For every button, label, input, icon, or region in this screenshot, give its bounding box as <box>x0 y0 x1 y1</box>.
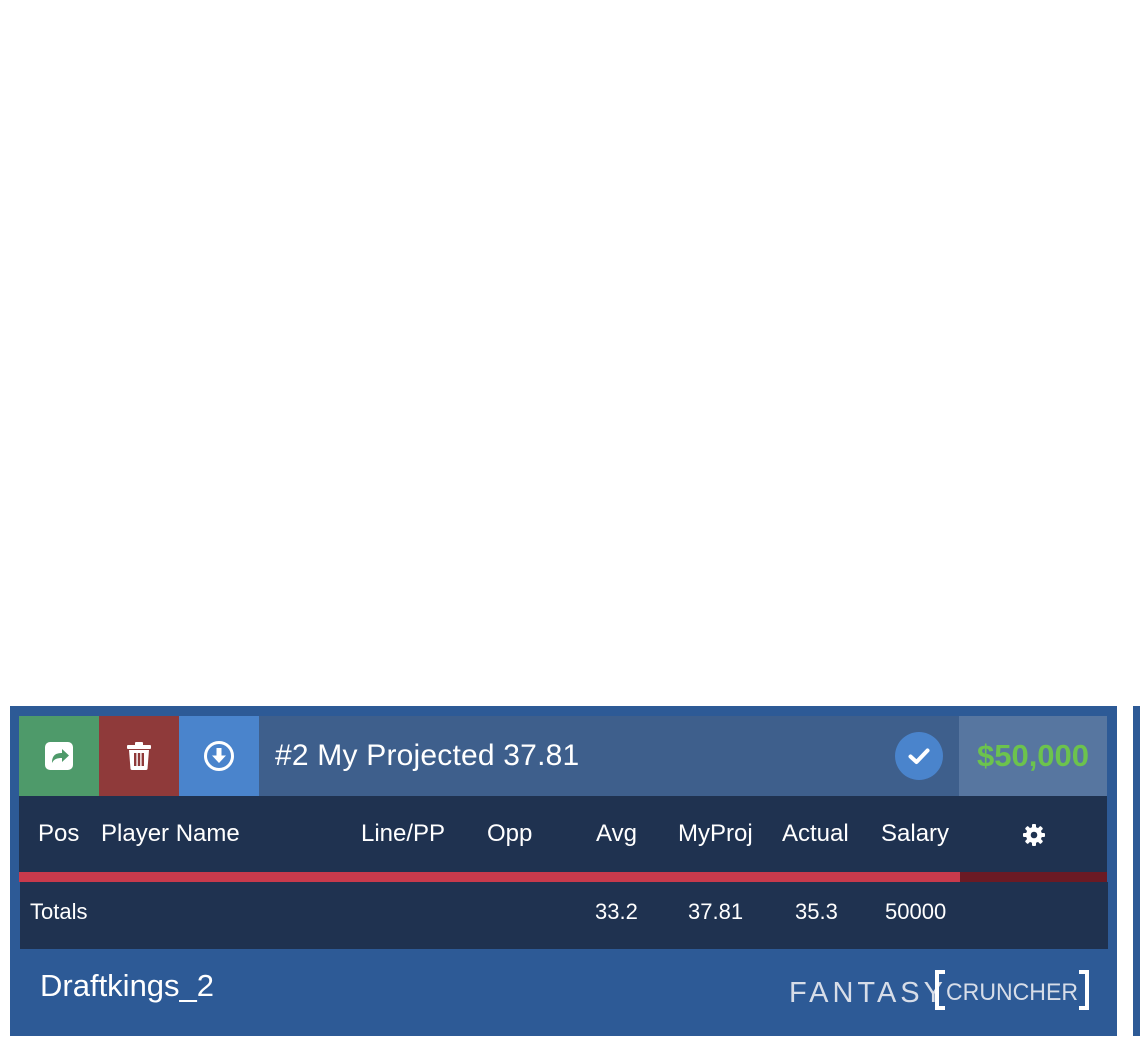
salary-total-box: $50,000 <box>959 716 1107 796</box>
settings-button[interactable] <box>1022 823 1046 847</box>
col-salary[interactable]: Salary <box>881 796 949 872</box>
salary-total: $50,000 <box>976 738 1090 773</box>
download-button[interactable] <box>179 716 259 796</box>
download-circle-icon <box>204 741 234 771</box>
totals-row: Totals 33.2 37.81 35.3 50000 <box>20 882 1108 949</box>
lineup-card: #2 My Projected 37.81 $50,000 Pos Player… <box>10 706 1117 1036</box>
col-avg[interactable]: Avg <box>596 796 637 872</box>
col-player-name[interactable]: Player Name <box>101 796 240 872</box>
col-myproj[interactable]: MyProj <box>678 796 753 872</box>
totals-label: Totals <box>30 899 88 924</box>
confirm-lineup-button[interactable] <box>895 732 943 780</box>
share-button[interactable] <box>19 716 99 796</box>
totals-avg: 33.2 <box>595 899 638 924</box>
totals-actual: 35.3 <box>795 899 838 924</box>
column-headers: Pos Player Name Line/PP Opp Avg MyProj A… <box>19 796 1107 872</box>
col-pos[interactable]: Pos <box>38 796 79 872</box>
share-icon <box>45 742 73 770</box>
totals-salary: 50000 <box>885 899 947 924</box>
logo-text-cruncher: CRUNCHER <box>946 979 1078 1006</box>
check-circle-icon <box>908 748 930 764</box>
trash-icon <box>127 742 151 770</box>
salary-progress-bar <box>19 872 1107 882</box>
logo-text-fantasy: FANTASY <box>789 977 947 1009</box>
col-actual[interactable]: Actual <box>782 796 849 872</box>
fantasy-cruncher-logo: FANTASY CRUNCHER <box>789 970 1089 1010</box>
delete-button[interactable] <box>99 716 179 796</box>
lineup-title-bar: #2 My Projected 37.81 <box>259 716 959 796</box>
gear-icon <box>1023 824 1045 846</box>
col-opp[interactable]: Opp <box>487 796 532 872</box>
totals-myproj: 37.81 <box>688 899 744 924</box>
lineup-title: #2 My Projected 37.81 <box>275 739 580 772</box>
site-lineup-name: Draftkings_2 <box>40 968 215 1003</box>
col-line-pp[interactable]: Line/PP <box>361 796 445 872</box>
adjacent-card-edge <box>1133 706 1140 1036</box>
salary-progress-fill <box>19 872 961 882</box>
lineup-header: #2 My Projected 37.81 $50,000 <box>19 716 1107 796</box>
